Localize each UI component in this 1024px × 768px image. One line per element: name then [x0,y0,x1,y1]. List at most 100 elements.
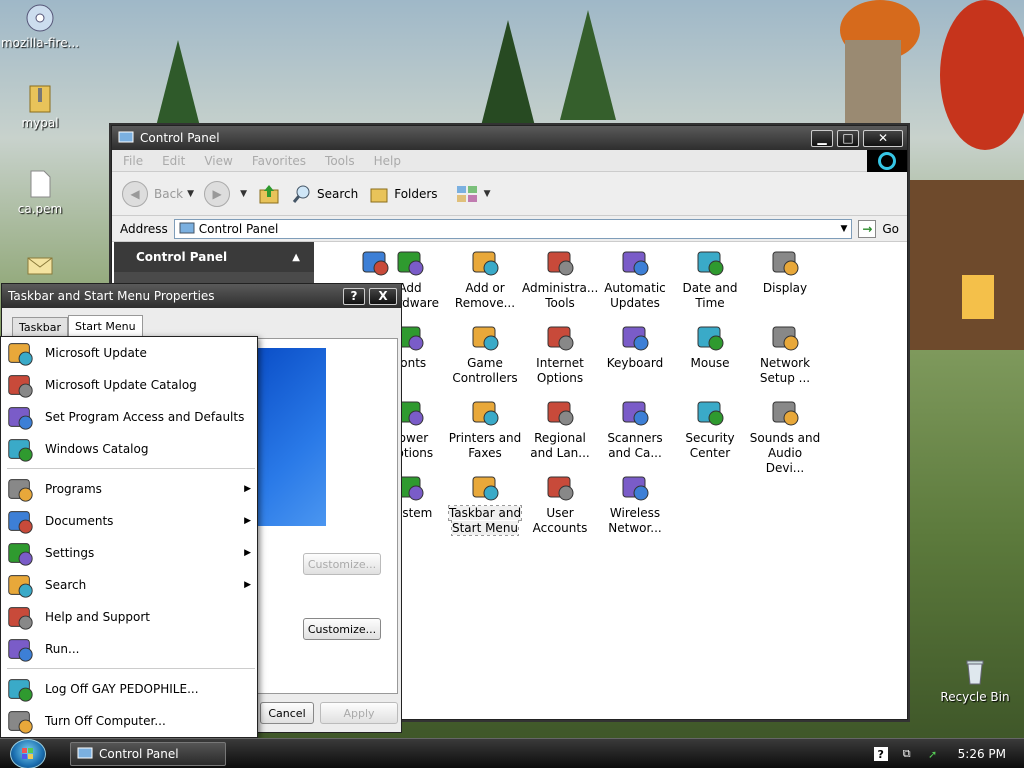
cp-item[interactable]: Add or Remove... [447,246,523,311]
forward-button[interactable]: ▶ ▼ [204,180,247,207]
start-menu-item-label: Microsoft Update [45,346,147,360]
menu-file[interactable]: File [123,154,143,168]
start-menu-item[interactable]: Run... [1,633,257,665]
network-icon[interactable]: ⧉ [900,747,914,761]
start-menu-item[interactable]: Set Program Access and Defaults [1,401,257,433]
start-menu-item[interactable]: Search ▶ [1,569,257,601]
tab-taskbar[interactable]: Taskbar [12,317,68,337]
security-center-icon [697,401,724,426]
control-panel-title: Control Panel [140,131,220,145]
programs-icon [8,479,33,502]
menu-help[interactable]: Help [374,154,401,168]
cp-item[interactable]: Mouse [672,321,748,371]
start-menu-item-label: Set Program Access and Defaults [45,410,245,424]
taskbar-control-panel-button[interactable]: Control Panel [70,742,226,766]
close-button[interactable]: ✕ [863,129,903,147]
chevron-down-icon: ▼ [483,188,491,199]
cp-item-label: Scanners and Ca... [607,431,663,460]
cp-item[interactable]: Printers and Faxes [447,396,523,461]
cp-item-label: Mouse [690,356,730,370]
cp-item[interactable]: Network Setup ... [747,321,823,386]
menu-favorites[interactable]: Favorites [252,154,306,168]
start-menu-item[interactable]: Windows Catalog [1,433,257,465]
start-menu-separator [7,668,255,669]
automatic-updates-icon [622,251,649,276]
address-input[interactable]: Control Panel ▼ [173,218,853,239]
cp-item[interactable]: Internet Options [522,321,598,386]
customize-button[interactable]: Customize... [303,618,381,640]
up-folder-button[interactable] [257,182,281,206]
menu-edit[interactable]: Edit [162,154,185,168]
cp-item[interactable]: Automatic Updates [597,246,673,311]
start-menu-item-label: Turn Off Computer... [45,714,166,728]
cancel-button[interactable]: Cancel [260,702,314,724]
minimize-button[interactable]: ▁ [811,129,833,147]
cp-item-label: Add or Remove... [454,281,516,310]
windows-throbber [867,150,907,172]
submenu-arrow-icon: ▶ [244,484,251,494]
cp-item[interactable]: Scanners and Ca... [597,396,673,461]
chevron-down-icon[interactable]: ▼ [840,224,847,234]
cp-item[interactable]: Administra... Tools [522,246,598,311]
help-icon[interactable]: ? [873,747,888,761]
control-panel-titlebar[interactable]: Control Panel ▁ □ ✕ [112,126,907,150]
regional-language-icon [547,401,574,426]
cp-item[interactable]: Security Center [672,396,748,461]
desktop-icon-recycle-bin[interactable]: Recycle Bin [935,656,1015,704]
clock[interactable]: 5:26 PM [958,747,1006,761]
cp-item[interactable]: Sounds and Audio Devi... [747,396,823,476]
maximize-button[interactable]: □ [837,129,859,147]
views-button[interactable]: ▼ [456,184,491,204]
start-button[interactable] [10,739,46,768]
customize-button-disabled[interactable]: Customize... [303,553,381,575]
cp-item[interactable]: User Accounts [522,471,598,536]
cp-item[interactable]: Display [747,246,823,296]
start-menu-item[interactable]: Microsoft Update [1,337,257,369]
start-menu-item[interactable]: Settings ▶ [1,537,257,569]
document-icon [30,170,51,198]
cp-item[interactable]: Wireless Networ... [597,471,673,536]
desktop-icon-envelope[interactable] [0,248,80,282]
desktop-icon-ca-pem[interactable]: ca.pem [0,168,80,216]
submenu-arrow-icon: ▶ [244,516,251,526]
search-button[interactable]: Search [291,183,358,205]
start-menu-item[interactable]: Turn Off Computer... [1,705,257,737]
cp-item[interactable]: Keyboard [597,321,673,371]
cp-item[interactable]: Taskbar and Start Menu [447,471,523,536]
cp-item-label: Network Setup ... [759,356,811,385]
tab-start-menu[interactable]: Start Menu [68,315,143,337]
menu-view[interactable]: View [204,154,232,168]
start-menu-item[interactable]: Microsoft Update Catalog [1,369,257,401]
start-menu-item[interactable]: Help and Support [1,601,257,633]
folders-button[interactable]: Folders [368,183,438,205]
administrative-tools-icon [547,251,574,276]
start-menu-item[interactable]: Documents ▶ [1,505,257,537]
start-menu-item[interactable]: Programs ▶ [1,473,257,505]
start-menu-item-label: Log Off GAY PEDOPHILE... [45,682,199,696]
user-accounts-icon [547,476,574,501]
scanners-cameras-icon [622,401,649,426]
cp-item[interactable]: Regional and Lan... [522,396,598,461]
dialog-titlebar[interactable]: Taskbar and Start Menu Properties ? X [2,284,401,308]
desktop-icon-mozilla[interactable]: mozilla-fire... [0,2,80,50]
chevron-down-icon[interactable]: ▼ [240,189,247,199]
internet-options-icon [547,326,574,351]
chevron-down-icon[interactable]: ▼ [187,189,194,199]
start-menu-item-label: Documents [45,514,114,528]
cp-item[interactable]: Date and Time [672,246,748,311]
dialog-close-button[interactable]: X [369,287,397,305]
collapse-up-icon[interactable]: ▲ [292,252,300,263]
apply-button[interactable]: Apply [320,702,398,724]
menu-tools[interactable]: Tools [325,154,355,168]
dialog-help-button[interactable]: ? [343,287,365,305]
cp-item[interactable]: Game Controllers [447,321,523,386]
start-menu-item-label: Search [45,578,87,592]
go-button[interactable]: → Go [858,219,899,238]
left-pane-header[interactable]: Control Panel ▲ [114,242,314,272]
safely-remove-icon[interactable]: ➚ [926,747,940,761]
taskbar: Control Panel ? ⧉ ➚ 5:26 PM [0,738,1024,768]
start-menu-item[interactable]: Log Off GAY PEDOPHILE... [1,673,257,705]
desktop-icon-mypal[interactable]: mypal [0,82,80,130]
back-button[interactable]: ◀ Back ▼ [122,180,194,207]
toolbar: ◀ Back ▼ ▶ ▼ Search Folders ▼ [112,172,907,216]
